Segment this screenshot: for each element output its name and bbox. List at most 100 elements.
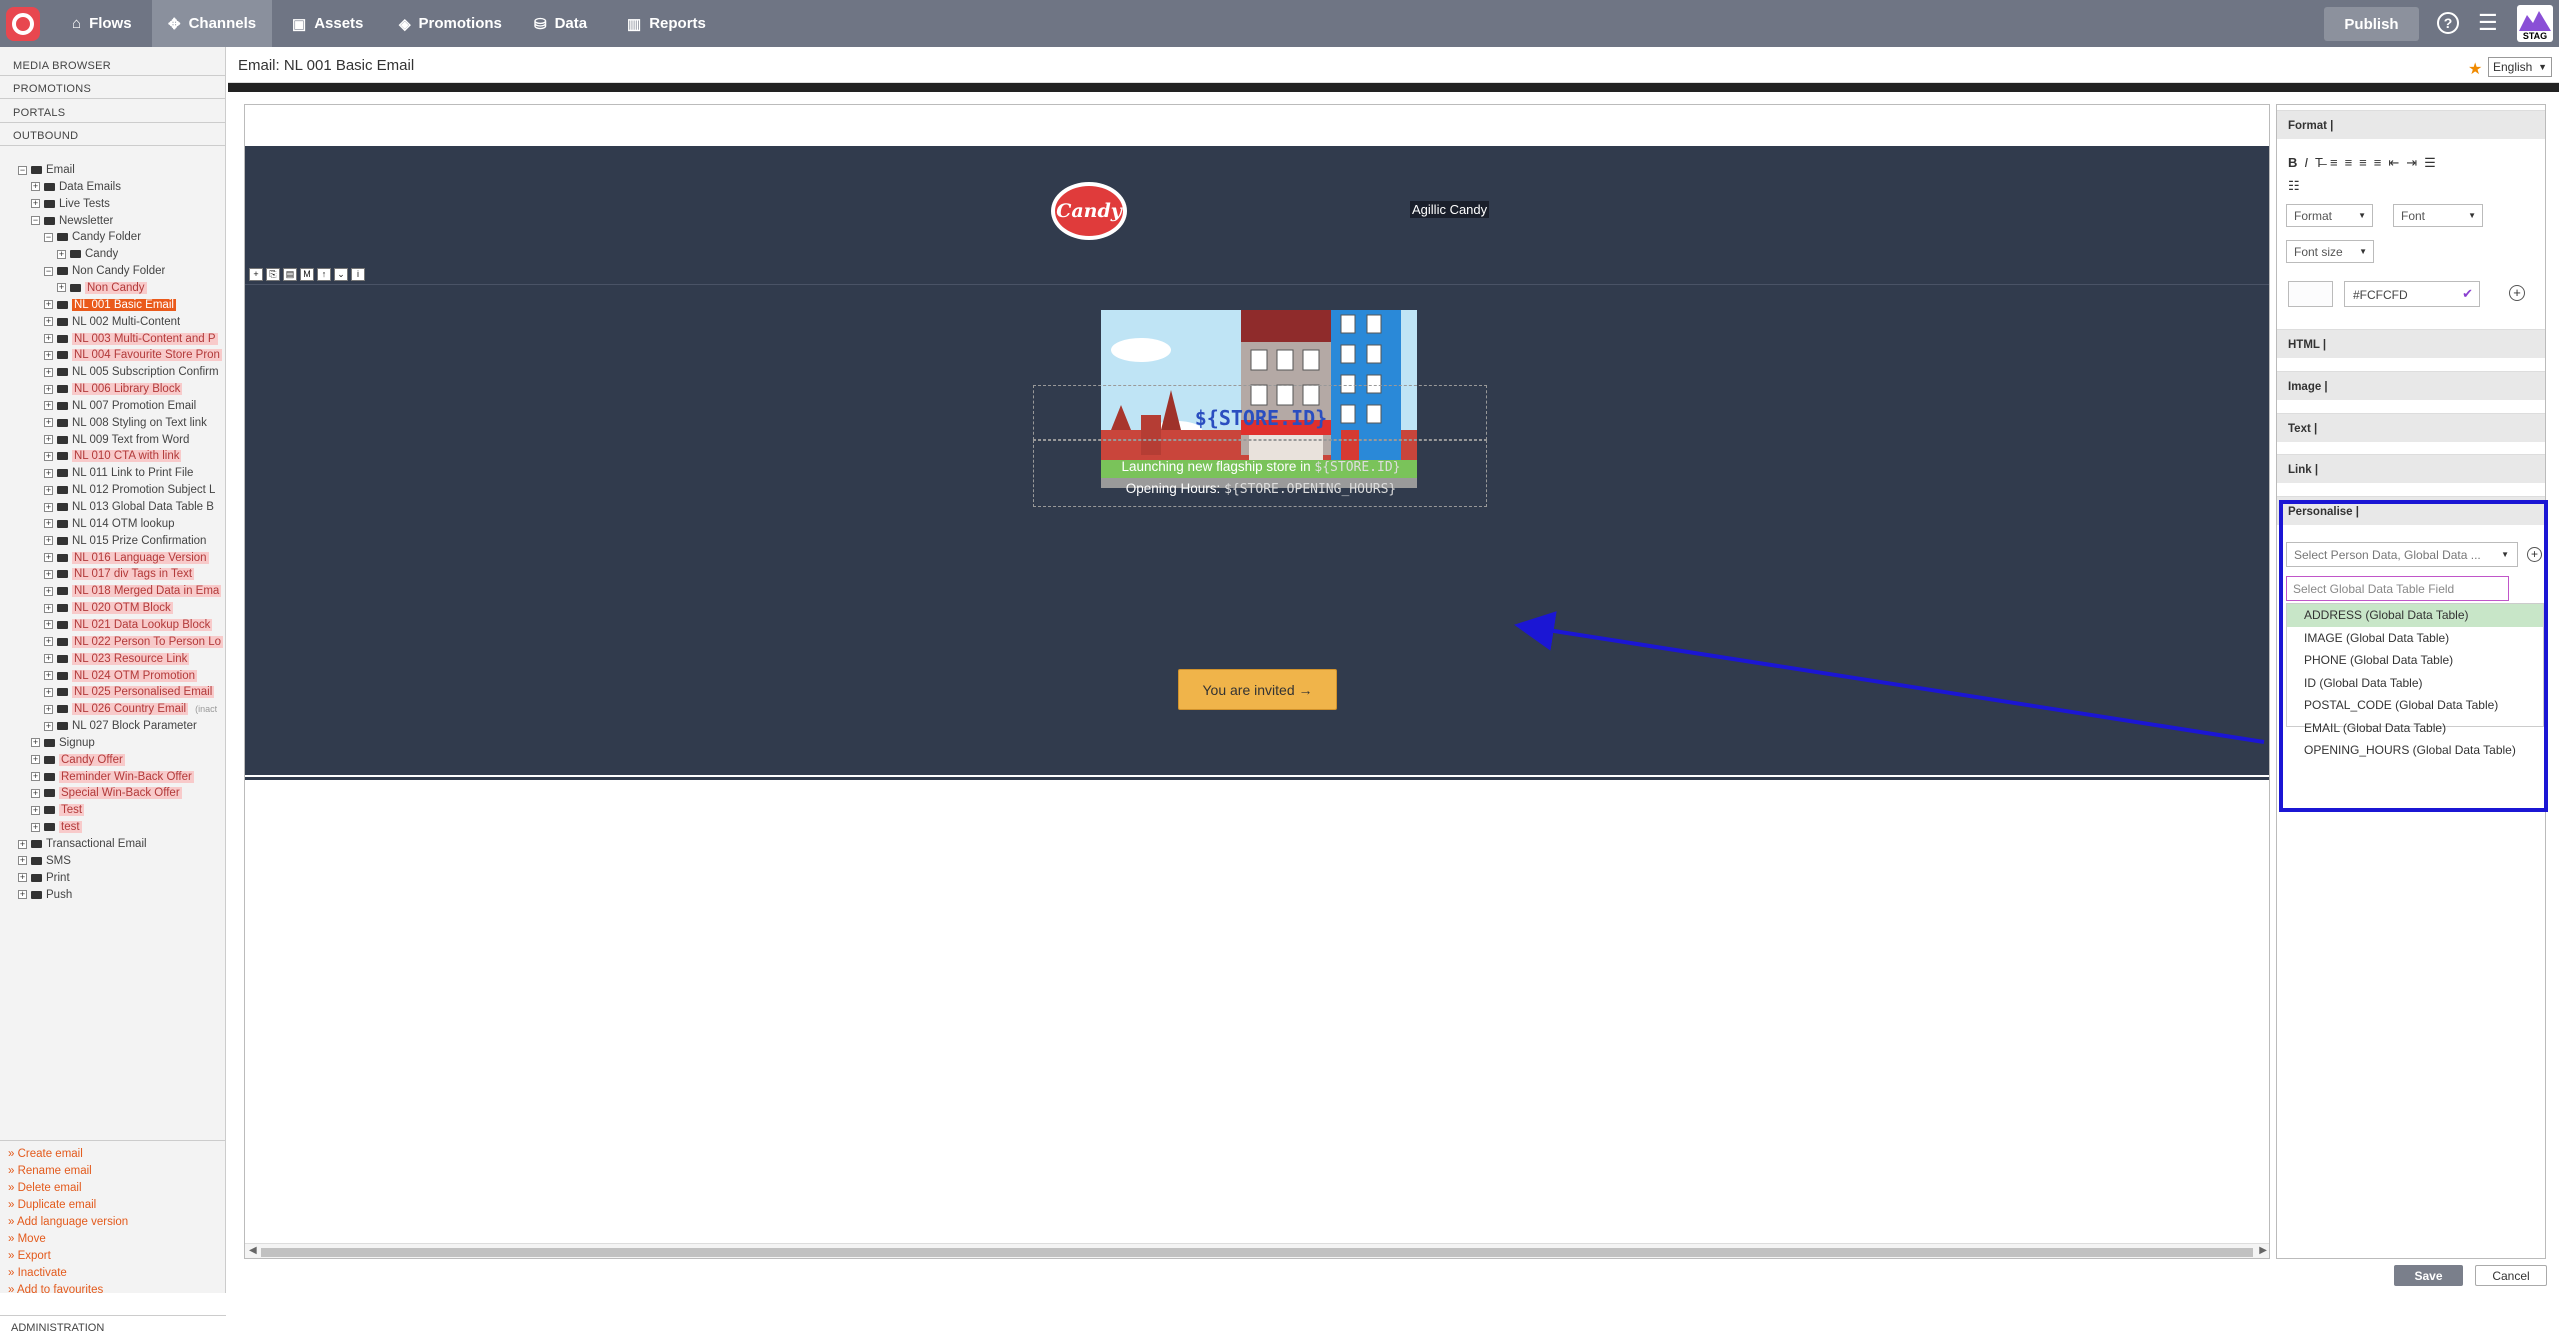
tree-item[interactable]: + Signup	[31, 735, 95, 751]
tree-item[interactable]: + NL 008 Styling on Text link	[44, 415, 207, 431]
candy-logo[interactable]: Candy	[1051, 182, 1127, 240]
tree-item[interactable]: + Push	[18, 887, 72, 903]
info-icon[interactable]: i	[351, 268, 365, 281]
store-heading-block[interactable]: ${STORE.ID}	[1033, 385, 1487, 440]
hours-line[interactable]: Opening Hours: ${STORE.OPENING_HOURS}	[1034, 481, 1488, 497]
collapse-icon[interactable]: −	[44, 232, 53, 242]
expand-icon[interactable]: +	[44, 671, 53, 680]
settings-sliders-icon[interactable]: ☰	[2478, 10, 2498, 36]
scroll-left-icon[interactable]: ◀	[249, 1245, 257, 1256]
expand-icon[interactable]: +	[57, 283, 66, 293]
text-section-title[interactable]: Text |	[2277, 413, 2545, 442]
tree-item[interactable]: + NL 011 Link to Print File	[44, 465, 193, 481]
expand-icon[interactable]: +	[31, 738, 40, 748]
sidebar-action-link[interactable]: » Move	[0, 1233, 226, 1250]
image-section-title[interactable]: Image |	[2277, 371, 2545, 400]
expand-icon[interactable]: +	[31, 805, 40, 815]
indent-icon[interactable]: ⇥	[2406, 155, 2417, 171]
tree-item[interactable]: + test	[31, 819, 82, 835]
nav-data[interactable]: ⛁ Data	[518, 0, 603, 47]
tree-item[interactable]: − Non Candy Folder	[44, 263, 165, 279]
expand-icon[interactable]: +	[31, 182, 40, 192]
block-layout-icon[interactable]: ▤	[283, 268, 297, 281]
color-hex-input[interactable]: #FCFCFD ✔	[2344, 281, 2480, 307]
tree-item[interactable]: + NL 025 Personalised Email	[44, 684, 215, 700]
expand-icon[interactable]: +	[44, 569, 53, 579]
collapse-icon[interactable]: −	[44, 266, 53, 276]
expand-icon[interactable]: +	[44, 687, 53, 697]
tree-item[interactable]: + NL 007 Promotion Email	[44, 398, 196, 414]
expand-icon[interactable]: +	[44, 418, 53, 428]
expand-icon[interactable]: +	[31, 772, 40, 782]
tree-item[interactable]: + Reminder Win-Back Offer	[31, 769, 194, 785]
store-text-block[interactable]: Launching new flagship store in ${STORE.…	[1033, 440, 1487, 507]
tree-item[interactable]: + NL 018 Merged Data in Ema	[44, 583, 222, 599]
nav-promotions[interactable]: ◈ Promotions	[383, 0, 518, 47]
expand-icon[interactable]: +	[44, 350, 53, 360]
format-select[interactable]: Format ▼	[2286, 204, 2373, 227]
tree-item[interactable]: + NL 014 OTM lookup	[44, 516, 174, 532]
favourite-star-icon[interactable]: ★	[2468, 59, 2482, 79]
tree-item[interactable]: + NL 026 Country Email (inact	[44, 701, 217, 717]
tree-item[interactable]: + NL 024 OTM Promotion	[44, 668, 198, 684]
tree-item[interactable]: + Non Candy	[57, 280, 147, 296]
sidebar-action-link[interactable]: » Create email	[0, 1148, 226, 1165]
format-section-title[interactable]: Format |	[2277, 110, 2545, 139]
cta-button[interactable]: You are invited →	[1178, 669, 1337, 710]
align-center-icon[interactable]: ≡	[2345, 155, 2353, 171]
environment-badge[interactable]: STAG	[2517, 5, 2553, 42]
align-justify-icon[interactable]: ≡	[2374, 155, 2382, 171]
expand-icon[interactable]: +	[44, 317, 53, 327]
align-left-icon[interactable]: ≡	[2330, 155, 2338, 171]
expand-icon[interactable]: +	[44, 704, 53, 714]
tree-item[interactable]: + NL 006 Library Block	[44, 381, 183, 397]
tree-item[interactable]: − Email	[18, 162, 75, 178]
nav-assets[interactable]: ▣ Assets	[276, 0, 379, 47]
tree-item[interactable]: + NL 013 Global Data Table B	[44, 499, 214, 515]
copy-block-icon[interactable]: ⎘	[266, 268, 280, 281]
nav-reports[interactable]: ▥ Reports	[611, 0, 722, 47]
tree-item[interactable]: + NL 016 Language Version	[44, 550, 209, 566]
tree-item[interactable]: + Transactional Email	[18, 836, 147, 852]
expand-icon[interactable]: +	[44, 334, 53, 343]
mobile-view-icon[interactable]: M	[300, 268, 314, 281]
tree-item[interactable]: + Candy Offer	[31, 752, 125, 768]
help-icon[interactable]: ?	[2437, 12, 2459, 34]
expand-icon[interactable]: +	[44, 401, 53, 411]
add-color-icon[interactable]: +	[2509, 285, 2525, 301]
tree-item[interactable]: − Newsletter	[31, 213, 113, 229]
expand-icon[interactable]: +	[18, 839, 27, 849]
sidebar-section-administration[interactable]: ADMINISTRATION	[0, 1315, 226, 1338]
sidebar-action-link[interactable]: » Inactivate	[0, 1267, 226, 1284]
email-editor-canvas[interactable]: Candy Agillic Candy + ⎘ ▤ M ↑ ⌄ i ${STOR…	[244, 104, 2270, 1259]
expand-icon[interactable]: +	[44, 536, 53, 546]
expand-icon[interactable]: +	[44, 637, 53, 647]
expand-icon[interactable]: +	[44, 300, 53, 310]
expand-icon[interactable]: +	[31, 788, 40, 798]
outdent-icon[interactable]: ⇤	[2388, 155, 2399, 171]
tree-item[interactable]: + NL 020 OTM Block	[44, 600, 173, 616]
tree-item[interactable]: + NL 017 div Tags in Text	[44, 566, 195, 582]
expand-icon[interactable]: +	[44, 468, 53, 478]
expand-icon[interactable]: +	[44, 367, 53, 377]
collapse-icon[interactable]: ⌄	[334, 268, 348, 281]
nav-flows[interactable]: ⌂ Flows	[56, 0, 148, 47]
collapse-icon[interactable]: −	[18, 165, 27, 175]
font-select[interactable]: Font ▼	[2393, 204, 2483, 227]
app-logo-icon[interactable]	[6, 7, 40, 41]
tree-item[interactable]: + Live Tests	[31, 196, 110, 212]
expand-icon[interactable]: +	[44, 519, 53, 529]
tree-item[interactable]: + NL 022 Person To Person Lo	[44, 634, 224, 650]
move-up-icon[interactable]: ↑	[317, 268, 331, 281]
launch-line[interactable]: Launching new flagship store in ${STORE.…	[1034, 459, 1488, 475]
html-section-title[interactable]: HTML |	[2277, 329, 2545, 358]
sidebar-section-outbound[interactable]: OUTBOUND	[0, 123, 226, 146]
italic-icon[interactable]: I	[2304, 155, 2308, 171]
scroll-thumb[interactable]	[261, 1248, 2253, 1257]
tree-item[interactable]: + Print	[18, 870, 70, 886]
cancel-button[interactable]: Cancel	[2475, 1265, 2547, 1286]
expand-icon[interactable]: +	[57, 249, 66, 259]
nav-channels[interactable]: ✥ Channels	[152, 0, 272, 47]
align-right-icon[interactable]: ≡	[2359, 155, 2367, 171]
tree-item[interactable]: + NL 004 Favourite Store Pron	[44, 347, 222, 363]
